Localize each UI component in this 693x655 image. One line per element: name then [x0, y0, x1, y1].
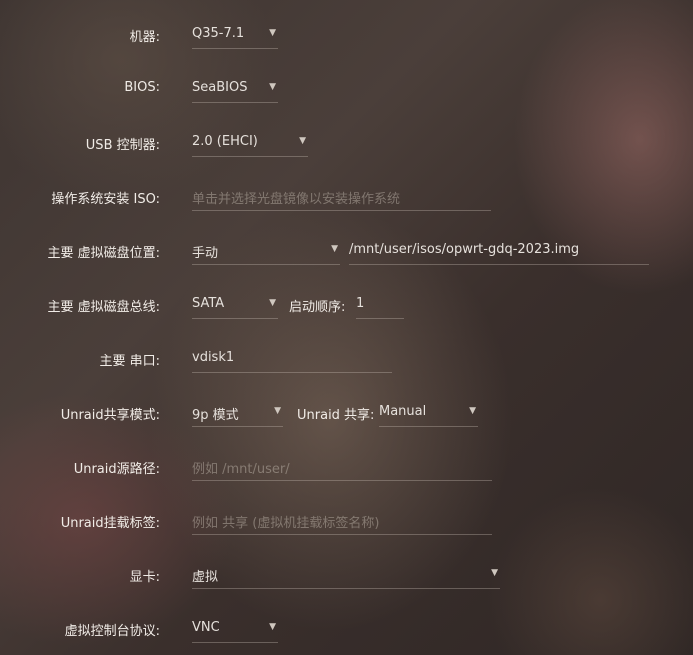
boot-order-input[interactable]: 1: [356, 290, 404, 319]
vdisk-bus-select[interactable]: SATA ▼: [192, 290, 278, 319]
vdisk-bus-value: SATA: [192, 296, 225, 311]
vdisk-bus-label: 主要 虚拟磁盘总线:: [47, 300, 160, 315]
caret-down-icon: ▼: [469, 406, 476, 416]
console-protocol-label: 虚拟控制台协议:: [64, 624, 160, 639]
os-iso-row: 操作系统安装 ISO: 单击并选择光盘镜像以安装操作系统: [0, 182, 693, 212]
source-path-label: Unraid源路径:: [73, 462, 160, 477]
source-path-placeholder: 例如 /mnt/user/: [192, 462, 290, 477]
serial-input[interactable]: vdisk1: [192, 344, 392, 373]
graphics-select[interactable]: 虚拟 ▼: [192, 560, 500, 589]
caret-down-icon: ▼: [269, 82, 276, 92]
caret-down-icon: ▼: [269, 298, 276, 308]
caret-down-icon: ▼: [269, 622, 276, 632]
os-iso-input[interactable]: 单击并选择光盘镜像以安装操作系统: [192, 182, 491, 211]
mount-tag-row: Unraid挂载标签: 例如 共享 (虚拟机挂载标签名称): [0, 506, 693, 536]
machine-select[interactable]: Q35-7.1 ▼: [192, 20, 278, 49]
source-path-row: Unraid源路径: 例如 /mnt/user/: [0, 452, 693, 482]
console-protocol-row: 虚拟控制台协议: VNC ▼: [0, 614, 693, 644]
bios-row: BIOS: SeaBIOS ▼: [0, 74, 693, 104]
caret-down-icon: ▼: [491, 568, 498, 578]
source-path-input[interactable]: 例如 /mnt/user/: [192, 452, 492, 481]
unraid-share-value: Manual: [379, 404, 427, 419]
unraid-share-select[interactable]: Manual ▼: [379, 398, 478, 427]
vdisk-location-row: 主要 虚拟磁盘位置: 手动 ▼ /mnt/user/isos/opwrt-gdq…: [0, 236, 693, 266]
console-protocol-value: VNC: [192, 620, 220, 635]
boot-order-value: 1: [356, 296, 365, 311]
caret-down-icon: ▼: [331, 244, 338, 254]
graphics-row: 显卡: 虚拟 ▼: [0, 560, 693, 590]
machine-label: 机器:: [129, 30, 160, 45]
unraid-share-label: Unraid 共享:: [297, 408, 375, 423]
bios-select[interactable]: SeaBIOS ▼: [192, 74, 278, 103]
graphics-value: 虚拟: [192, 570, 219, 585]
share-mode-value: 9p 模式: [192, 408, 239, 423]
vdisk-bus-row: 主要 虚拟磁盘总线: SATA ▼ 启动顺序: 1: [0, 290, 693, 320]
bios-value: SeaBIOS: [192, 80, 248, 95]
mount-tag-placeholder: 例如 共享 (虚拟机挂载标签名称): [192, 516, 380, 531]
usb-row: USB 控制器: 2.0 (EHCI) ▼: [0, 128, 693, 158]
serial-value: vdisk1: [192, 350, 235, 365]
share-mode-select[interactable]: 9p 模式 ▼: [192, 398, 283, 427]
machine-row: 机器: Q35-7.1 ▼: [0, 20, 693, 50]
mount-tag-label: Unraid挂载标签:: [60, 516, 160, 531]
console-protocol-select[interactable]: VNC ▼: [192, 614, 278, 643]
caret-down-icon: ▼: [299, 136, 306, 146]
vdisk-path-input[interactable]: /mnt/user/isos/opwrt-gdq-2023.img: [349, 236, 649, 265]
bios-label: BIOS:: [124, 80, 160, 95]
boot-order-label: 启动顺序:: [289, 300, 346, 315]
os-iso-label: 操作系统安装 ISO:: [51, 192, 160, 207]
vdisk-location-mode-value: 手动: [192, 246, 219, 261]
share-mode-label: Unraid共享模式:: [60, 408, 160, 423]
serial-row: 主要 串口: vdisk1: [0, 344, 693, 374]
serial-label: 主要 串口:: [99, 354, 160, 369]
machine-value: Q35-7.1: [192, 26, 245, 41]
share-mode-row: Unraid共享模式: 9p 模式 ▼ Unraid 共享: Manual ▼: [0, 398, 693, 428]
os-iso-placeholder: 单击并选择光盘镜像以安装操作系统: [192, 192, 401, 207]
caret-down-icon: ▼: [274, 406, 281, 416]
usb-controller-select[interactable]: 2.0 (EHCI) ▼: [192, 128, 308, 157]
vdisk-location-mode-select[interactable]: 手动 ▼: [192, 236, 340, 265]
vdisk-location-label: 主要 虚拟磁盘位置:: [47, 246, 160, 261]
vdisk-path-value: /mnt/user/isos/opwrt-gdq-2023.img: [349, 242, 580, 257]
usb-controller-value: 2.0 (EHCI): [192, 134, 258, 149]
graphics-label: 显卡:: [129, 570, 160, 585]
mount-tag-input[interactable]: 例如 共享 (虚拟机挂载标签名称): [192, 506, 492, 535]
caret-down-icon: ▼: [269, 28, 276, 38]
usb-controller-label: USB 控制器:: [85, 138, 160, 153]
